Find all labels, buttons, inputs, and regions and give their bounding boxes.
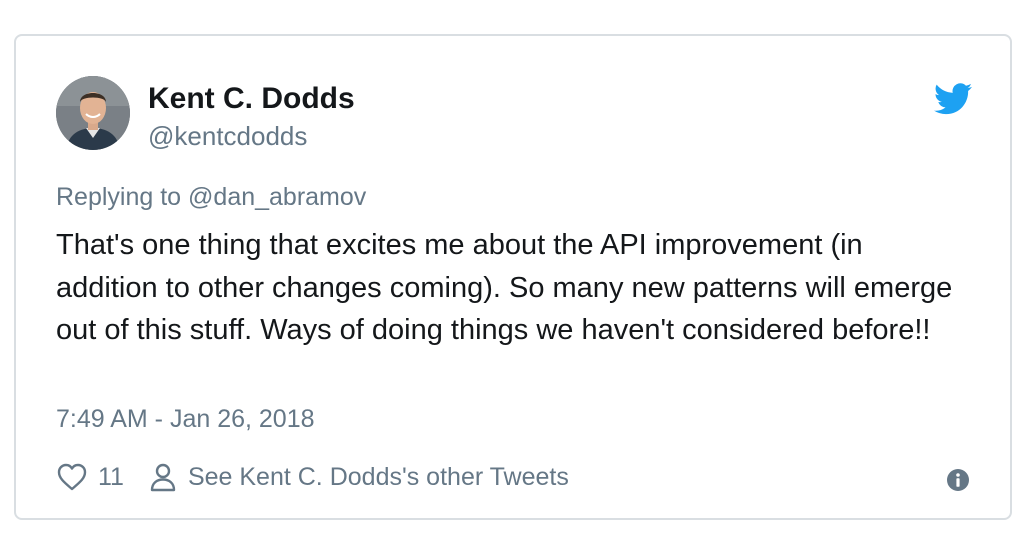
person-icon[interactable] (150, 462, 176, 492)
like-count: 11 (98, 463, 124, 491)
info-icon[interactable] (946, 468, 970, 492)
reply-prefix: Replying to (56, 183, 189, 211)
tweet-actions: 11 See Kent C. Dodds's other Tweets (56, 460, 569, 494)
reply-context: Replying to @dan_abramov (56, 182, 366, 212)
avatar-image (56, 76, 130, 150)
heart-icon[interactable] (56, 462, 88, 492)
author-display-name[interactable]: Kent C. Dodds (148, 82, 355, 116)
avatar[interactable] (56, 76, 130, 150)
author-handle[interactable]: @kentcdodds (148, 120, 307, 152)
tweet-timestamp[interactable]: 7:49 AM - Jan 26, 2018 (56, 404, 315, 434)
twitter-bird-icon[interactable] (934, 83, 972, 115)
see-other-tweets-link[interactable]: See Kent C. Dodds's other Tweets (188, 462, 569, 492)
reply-mention-link[interactable]: @dan_abramov (188, 183, 366, 211)
tweet-text: That's one thing that excites me about t… (56, 229, 953, 346)
tweet-card: Kent C. Dodds @kentcdodds Replying to @d… (14, 34, 1012, 520)
